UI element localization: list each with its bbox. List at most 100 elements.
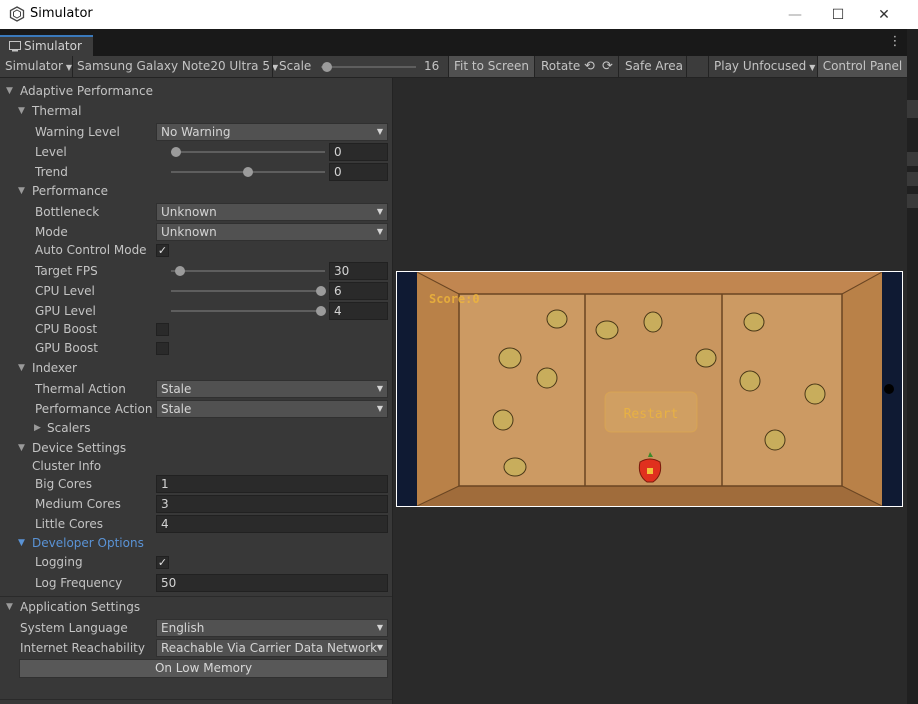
target-fps-label: Target FPS (35, 264, 98, 278)
big-cores-field[interactable]: 1 (156, 475, 388, 493)
gpu-level-slider-thumb[interactable] (316, 306, 326, 316)
gpu-level-label: GPU Level (35, 304, 96, 318)
tab-simulator[interactable]: Simulator (0, 35, 93, 56)
potato-icon (492, 409, 514, 431)
target-fps-field[interactable]: 30 (329, 262, 388, 280)
cpu-level-label: CPU Level (35, 284, 95, 298)
trend-field[interactable]: 0 (329, 163, 388, 181)
target-fps-slider-thumb[interactable] (175, 266, 185, 276)
gpu-level-field[interactable]: 4 (329, 302, 388, 320)
system-language-dropdown[interactable]: English ▼ (156, 619, 388, 637)
section-thermal[interactable]: Thermal (32, 103, 81, 119)
unity-logo-icon (9, 6, 25, 22)
bottleneck-label: Bottleneck (35, 205, 100, 219)
window-title-bar: Simulator — ☐ ✕ (0, 0, 918, 29)
level-slider-track[interactable] (171, 151, 325, 153)
potato-icon (546, 309, 568, 329)
warning-level-dropdown[interactable]: No Warning ▼ (156, 123, 388, 141)
level-slider-thumb[interactable] (171, 147, 181, 157)
chevron-down-icon: ▼ (376, 623, 383, 632)
tab-simulator-label: Simulator (24, 39, 82, 53)
maximize-icon: ☐ (831, 6, 845, 23)
chevron-down-icon: ▼ (376, 384, 383, 393)
foldout-expanded-icon[interactable]: ▼ (18, 186, 25, 196)
foldout-expanded-icon[interactable]: ▼ (18, 443, 25, 453)
level-field[interactable]: 0 (329, 143, 388, 161)
chevron-down-icon: ▼ (376, 127, 383, 136)
foldout-collapsed-icon[interactable]: ▶ (34, 423, 41, 433)
foldout-expanded-icon[interactable]: ▼ (18, 106, 25, 116)
section-adaptive-performance[interactable]: Adaptive Performance (20, 83, 153, 99)
edge-tab (907, 172, 918, 186)
level-label: Level (35, 145, 67, 159)
restart-button[interactable]: Restart (624, 407, 679, 422)
gpu-boost-checkbox[interactable] (156, 342, 169, 355)
device-dropdown[interactable]: Samsung Galaxy Note20 Ultra 5 ▼ (77, 56, 278, 77)
auto-control-mode-checkbox[interactable]: ✓ (156, 244, 169, 257)
game-screen[interactable]: Restart Score:0 (397, 272, 902, 506)
cpu-level-slider-track[interactable] (171, 290, 325, 292)
gpu-boost-label: GPU Boost (35, 341, 99, 355)
more-options-icon[interactable]: ⋮ (888, 34, 902, 52)
close-button[interactable]: ✕ (861, 0, 907, 29)
rotate-counterclockwise-icon[interactable]: ⟲ (584, 56, 595, 77)
internet-reachability-dropdown[interactable]: Reachable Via Carrier Data Network ▼ (156, 639, 388, 657)
bottom-wall (417, 486, 882, 506)
little-cores-field[interactable]: 4 (156, 515, 388, 533)
performance-action-dropdown[interactable]: Stale ▼ (156, 400, 388, 418)
tab-strip (0, 29, 907, 56)
mode-value: Unknown (161, 225, 217, 239)
section-performance[interactable]: Performance (32, 183, 108, 199)
on-low-memory-button[interactable]: On Low Memory (19, 659, 388, 678)
cpu-level-field[interactable]: 6 (329, 282, 388, 300)
right-wall (842, 272, 882, 506)
control-panel-button[interactable]: Control Panel (818, 56, 907, 77)
medium-cores-field[interactable]: 3 (156, 495, 388, 513)
rotate-clockwise-icon[interactable]: ⟳ (602, 56, 613, 77)
score-label: Score:0 (429, 292, 480, 306)
simulator-menu-dropdown[interactable]: Simulator ▼ (5, 56, 72, 77)
cpu-level-slider-thumb[interactable] (316, 286, 326, 296)
scale-slider-track[interactable] (321, 66, 416, 68)
maximize-button[interactable]: ☐ (815, 0, 861, 29)
little-cores-label: Little Cores (35, 517, 103, 531)
potato-icon (595, 320, 619, 340)
foldout-expanded-icon[interactable]: ▼ (6, 86, 13, 96)
target-fps-slider-track[interactable] (171, 270, 325, 272)
log-frequency-field[interactable]: 50 (156, 574, 388, 592)
scalers-foldout[interactable]: Scalers (47, 420, 90, 436)
medium-cores-label: Medium Cores (35, 497, 121, 511)
edge-tab (907, 152, 918, 166)
rotate-label: Rotate (541, 59, 581, 73)
cpu-boost-checkbox[interactable] (156, 323, 169, 336)
cluster-info-label: Cluster Info (32, 459, 102, 473)
thermal-action-dropdown[interactable]: Stale ▼ (156, 380, 388, 398)
foldout-expanded-icon[interactable]: ▼ (18, 538, 25, 548)
play-mode-dropdown[interactable]: Play Unfocused ▼ (714, 56, 815, 77)
safe-area-button[interactable]: Safe Area (625, 56, 683, 77)
foldout-expanded-icon[interactable]: ▼ (6, 602, 13, 612)
camera-notch (884, 384, 894, 394)
minimize-icon: — (788, 6, 802, 23)
section-indexer[interactable]: Indexer (32, 360, 77, 376)
gpu-level-slider-track[interactable] (171, 310, 325, 312)
warning-level-label: Warning Level (35, 125, 120, 139)
trend-slider-thumb[interactable] (243, 167, 253, 177)
section-developer-options[interactable]: Developer Options (32, 535, 144, 551)
fit-to-screen-button[interactable]: Fit to Screen (449, 56, 534, 77)
potato-icon (643, 311, 663, 333)
system-language-label: System Language (20, 621, 128, 635)
minimize-button[interactable]: — (772, 0, 818, 29)
foldout-expanded-icon[interactable]: ▼ (18, 363, 25, 373)
auto-control-mode-label: Auto Control Mode (35, 243, 147, 257)
scale-slider-thumb[interactable] (322, 62, 332, 72)
potato-icon (764, 429, 786, 451)
mode-dropdown[interactable]: Unknown ▼ (156, 223, 388, 241)
section-device-settings[interactable]: Device Settings (32, 440, 126, 456)
chevron-down-icon: ▼ (376, 643, 383, 652)
section-application-settings[interactable]: Application Settings (20, 599, 140, 615)
logging-checkbox[interactable]: ✓ (156, 556, 169, 569)
potato-icon (536, 367, 558, 389)
potato-icon (498, 347, 522, 369)
bottleneck-dropdown[interactable]: Unknown ▼ (156, 203, 388, 221)
